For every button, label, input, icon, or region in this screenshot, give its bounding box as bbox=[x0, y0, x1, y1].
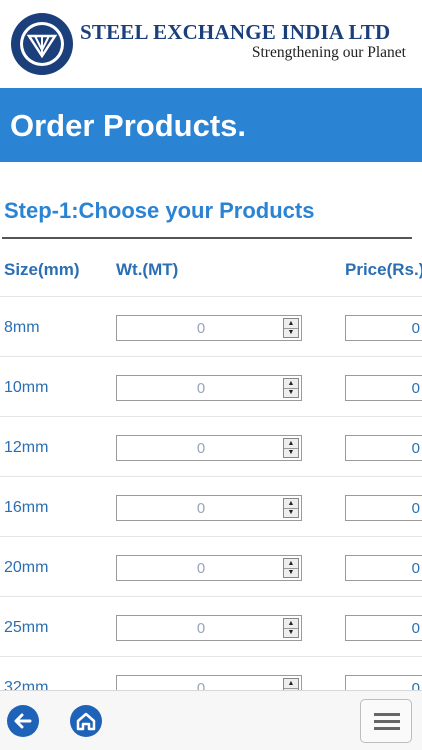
size-label: 12mm bbox=[4, 439, 49, 456]
price-value: 0 bbox=[411, 680, 420, 690]
weight-value: 0 bbox=[196, 320, 206, 337]
price-field[interactable]: 0 bbox=[345, 315, 422, 341]
decrement-icon[interactable]: ▼ bbox=[284, 508, 298, 517]
column-header-weight: Wt.(MT) bbox=[116, 260, 179, 279]
step-heading: Step-1:Choose your Products bbox=[4, 198, 315, 223]
weight-input[interactable]: 0 ▲ ▼ bbox=[116, 555, 302, 581]
size-label: 16mm bbox=[4, 499, 49, 516]
price-value: 0 bbox=[411, 320, 420, 337]
price-field[interactable]: 0 bbox=[345, 495, 422, 521]
column-header-size: Size(mm) bbox=[4, 260, 80, 279]
product-row: 25mm 0 ▲ ▼ 0 bbox=[0, 596, 422, 657]
weight-stepper[interactable]: ▲ ▼ bbox=[283, 378, 299, 398]
weight-input[interactable]: 0 ▲ ▼ bbox=[116, 495, 302, 521]
home-button[interactable] bbox=[70, 705, 102, 737]
weight-value: 0 bbox=[196, 380, 206, 397]
weight-value: 0 bbox=[196, 440, 206, 457]
decrement-icon[interactable]: ▼ bbox=[284, 628, 298, 637]
price-value: 0 bbox=[411, 560, 420, 577]
divider bbox=[2, 237, 412, 239]
size-label: 25mm bbox=[4, 619, 49, 636]
weight-value: 0 bbox=[196, 680, 206, 690]
weight-stepper[interactable]: ▲ ▼ bbox=[283, 438, 299, 458]
weight-value: 0 bbox=[196, 500, 206, 517]
company-name: STEEL EXCHANGE INDIA LTD bbox=[80, 20, 391, 44]
weight-value: 0 bbox=[196, 620, 206, 637]
page-title: Order Products. bbox=[10, 108, 246, 143]
product-row: 12mm 0 ▲ ▼ 0 bbox=[0, 416, 422, 477]
app-header: STEEL EXCHANGE INDIA LTD Strengthening o… bbox=[0, 0, 422, 88]
price-field[interactable]: 0 bbox=[345, 435, 422, 461]
company-tagline: Strengthening our Planet bbox=[251, 44, 406, 61]
size-label: 8mm bbox=[4, 319, 40, 336]
weight-input[interactable]: 0 ▲ ▼ bbox=[116, 435, 302, 461]
menu-button[interactable] bbox=[360, 699, 412, 743]
size-label: 32mm bbox=[4, 679, 49, 690]
decrement-icon[interactable]: ▼ bbox=[284, 448, 298, 457]
price-field[interactable]: 0 bbox=[345, 375, 422, 401]
home-icon bbox=[76, 712, 96, 731]
product-row: 8mm 0 ▲ ▼ 0 bbox=[0, 296, 422, 357]
back-button[interactable] bbox=[7, 705, 39, 737]
back-arrow-icon bbox=[14, 713, 32, 729]
price-field[interactable]: 0 bbox=[345, 615, 422, 641]
column-header-price: Price(Rs.) bbox=[345, 260, 422, 279]
decrement-icon[interactable]: ▼ bbox=[284, 328, 298, 337]
company-logo bbox=[8, 10, 76, 78]
weight-value: 0 bbox=[196, 560, 206, 577]
size-label: 20mm bbox=[4, 559, 49, 576]
product-row: 20mm 0 ▲ ▼ 0 bbox=[0, 536, 422, 597]
price-value: 0 bbox=[411, 620, 420, 637]
weight-stepper[interactable]: ▲ ▼ bbox=[283, 558, 299, 578]
weight-stepper[interactable]: ▲ ▼ bbox=[283, 678, 299, 690]
price-value: 0 bbox=[411, 500, 420, 517]
weight-input[interactable]: 0 ▲ ▼ bbox=[116, 675, 302, 690]
weight-stepper[interactable]: ▲ ▼ bbox=[283, 618, 299, 638]
price-field[interactable]: 0 bbox=[345, 675, 422, 690]
weight-stepper[interactable]: ▲ ▼ bbox=[283, 498, 299, 518]
product-row: 10mm 0 ▲ ▼ 0 bbox=[0, 356, 422, 417]
decrement-icon[interactable]: ▼ bbox=[284, 568, 298, 577]
product-row: 32mm 0 ▲ ▼ 0 bbox=[0, 656, 422, 690]
product-list[interactable]: 8mm 0 ▲ ▼ 0 10mm 0 ▲ ▼ 0 12mm 0 ▲ ▼ 0 16… bbox=[0, 296, 422, 690]
price-value: 0 bbox=[411, 380, 420, 397]
size-label: 10mm bbox=[4, 379, 49, 396]
weight-input[interactable]: 0 ▲ ▼ bbox=[116, 375, 302, 401]
product-row: 16mm 0 ▲ ▼ 0 bbox=[0, 476, 422, 537]
decrement-icon[interactable]: ▼ bbox=[284, 388, 298, 397]
price-field[interactable]: 0 bbox=[345, 555, 422, 581]
price-value: 0 bbox=[411, 440, 420, 457]
weight-stepper[interactable]: ▲ ▼ bbox=[283, 318, 299, 338]
weight-input[interactable]: 0 ▲ ▼ bbox=[116, 315, 302, 341]
weight-input[interactable]: 0 ▲ ▼ bbox=[116, 615, 302, 641]
page-title-banner: Order Products. bbox=[0, 88, 422, 162]
bottom-navigation-bar bbox=[0, 690, 422, 750]
